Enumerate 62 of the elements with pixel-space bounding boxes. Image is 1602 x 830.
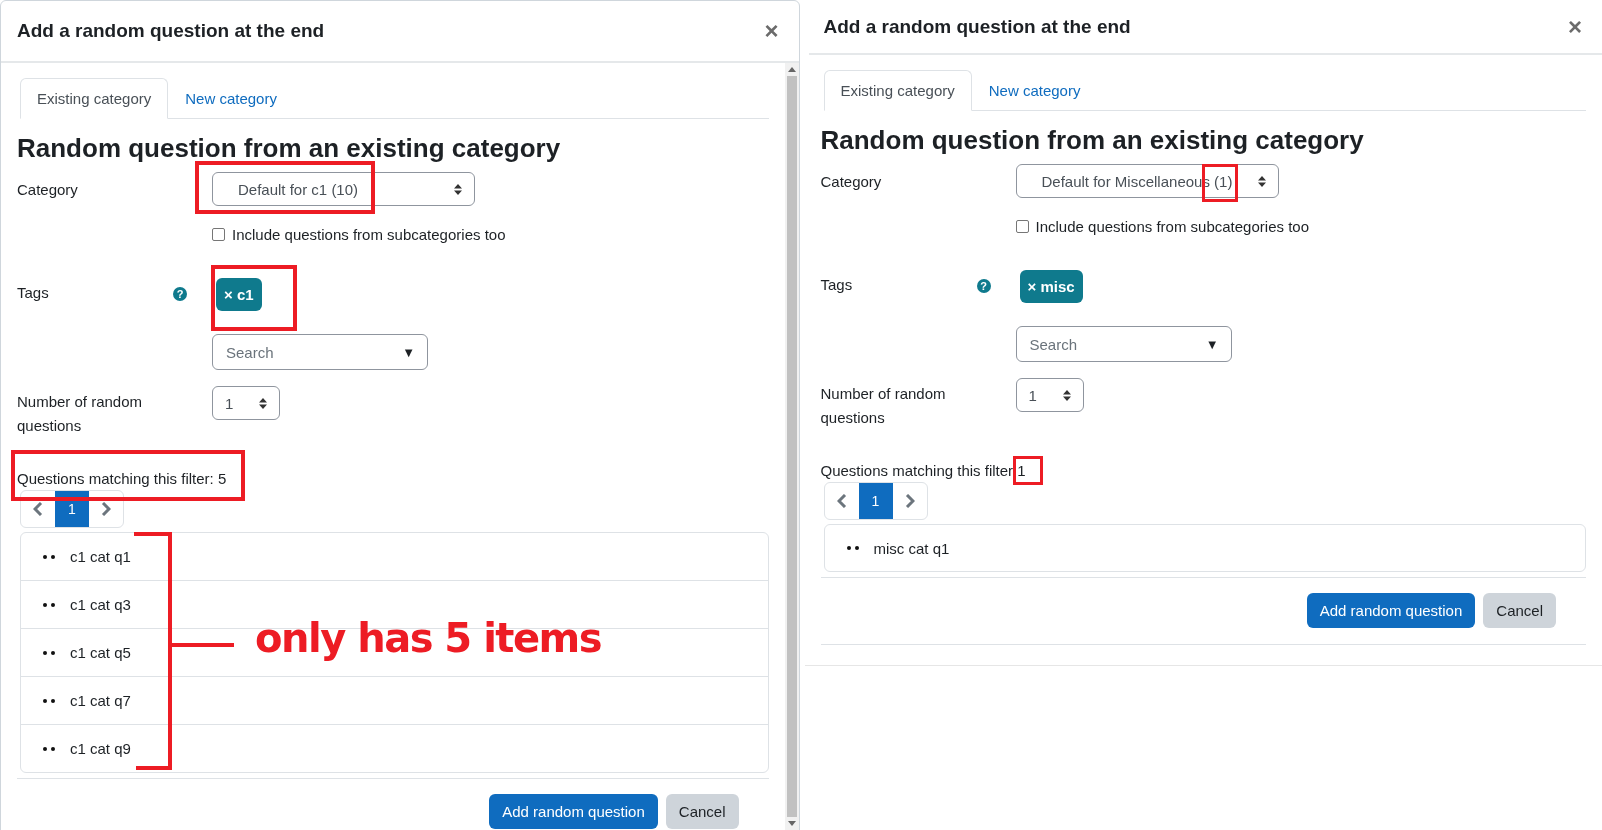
question-name: misc cat q1 xyxy=(873,539,950,557)
scroll-down-icon xyxy=(787,821,796,826)
dots-icon xyxy=(43,650,55,655)
close-button[interactable]: × xyxy=(1564,12,1586,41)
scrollbar[interactable] xyxy=(784,63,799,830)
updown-icon xyxy=(1257,175,1266,187)
question-name: c1 cat q3 xyxy=(70,596,131,614)
checkbox-label: Include questions from subcategories too xyxy=(1035,218,1309,236)
field-label: Category xyxy=(17,181,78,199)
dots-icon xyxy=(43,746,55,751)
scroll-up-icon xyxy=(787,67,796,72)
chevron-right-icon xyxy=(904,494,915,509)
add-button[interactable]: Add random question xyxy=(489,794,658,830)
close-button[interactable]: × xyxy=(760,17,783,45)
category-select[interactable]: Default for c1 (10) xyxy=(212,172,475,207)
field-label: Number of random questions xyxy=(17,392,144,437)
field-label: Tags xyxy=(17,284,49,302)
dots-icon xyxy=(43,554,55,559)
field-label: Number of random questions xyxy=(820,384,947,429)
tab[interactable]: Existing category xyxy=(20,78,169,119)
help-icon[interactable]: ? xyxy=(173,287,187,302)
filter-count-text: Questions matching this filter: 5 xyxy=(17,470,227,488)
field-label: Tags xyxy=(820,276,853,294)
checkbox[interactable] xyxy=(1015,220,1029,234)
updown-icon xyxy=(454,183,462,195)
chevron-left-icon xyxy=(33,502,43,517)
checkbox-label: Include questions from subcategories too xyxy=(232,226,506,244)
page-button[interactable]: 1 xyxy=(858,483,893,520)
search-field[interactable]: Search ▼ xyxy=(1015,326,1232,363)
caret-icon: ▼ xyxy=(1205,336,1219,352)
cancel-button[interactable]: Cancel xyxy=(1483,593,1556,629)
checkbox[interactable] xyxy=(212,228,225,242)
dots-icon xyxy=(846,546,859,551)
question-name: c1 cat q5 xyxy=(70,644,131,662)
cancel-button[interactable]: Cancel xyxy=(665,794,739,830)
number-select[interactable]: 1 xyxy=(212,386,280,421)
chevron-left-icon xyxy=(836,494,847,509)
updown-icon xyxy=(259,397,267,409)
add-button[interactable]: Add random question xyxy=(1306,593,1476,629)
dialog-title: Add a random question at the end xyxy=(823,15,1131,38)
tag-chip[interactable]: × misc xyxy=(1019,270,1083,304)
chevron-right-icon xyxy=(101,502,111,517)
tab[interactable]: New category xyxy=(971,70,1098,111)
question-name: c1 cat q1 xyxy=(70,548,131,566)
filter-count-text: Questions matching this filter 1 xyxy=(820,462,1026,480)
annotation-note: only has 5 items xyxy=(255,615,602,662)
number-select[interactable]: 1 xyxy=(1015,378,1084,413)
updown-icon xyxy=(1062,389,1071,401)
section-heading: Random question from an existing category xyxy=(17,133,562,165)
tab[interactable]: Existing category xyxy=(823,70,972,111)
section-heading: Random question from an existing category xyxy=(820,125,1365,157)
search-field[interactable]: Search ▼ xyxy=(212,334,428,371)
caret-icon: ▼ xyxy=(402,344,415,360)
field-label: Category xyxy=(820,173,882,191)
question-name: c1 cat q7 xyxy=(70,692,131,710)
tag-chip[interactable]: × c1 xyxy=(216,278,262,312)
help-icon[interactable]: ? xyxy=(976,279,991,294)
dots-icon xyxy=(43,602,55,607)
question-name: c1 cat q9 xyxy=(70,740,131,758)
dots-icon xyxy=(43,698,55,703)
tab[interactable]: New category xyxy=(168,78,294,119)
dialog-title: Add a random question at the end xyxy=(17,20,325,42)
